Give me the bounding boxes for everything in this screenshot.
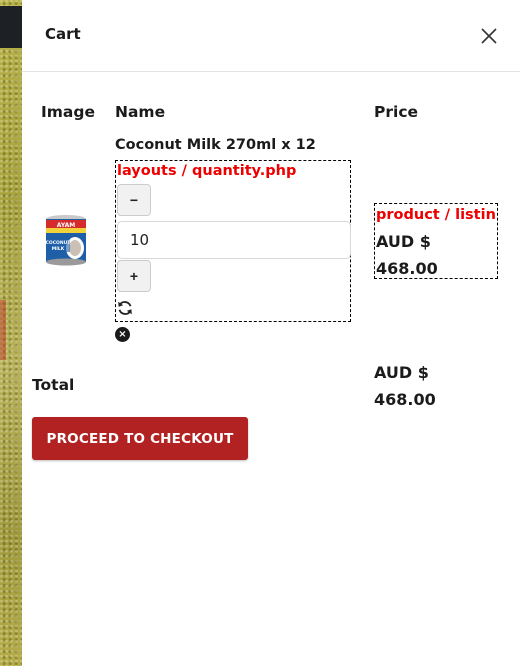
backdrop-shape bbox=[0, 300, 6, 360]
increase-quantity-button[interactable]: + bbox=[117, 260, 151, 292]
product-image-line1: COCONUT bbox=[46, 240, 72, 246]
page-backdrop bbox=[0, 0, 22, 666]
cart-drawer: Cart Image Name Price AYAM COCONUT MILK … bbox=[22, 0, 520, 666]
backdrop-header-strip bbox=[0, 6, 22, 48]
product-image-brand: AYAM bbox=[57, 222, 75, 229]
item-price: AUD $ 468.00 bbox=[376, 232, 438, 278]
column-header-name: Name bbox=[115, 103, 166, 121]
cart-header: Cart bbox=[22, 0, 520, 72]
product-image[interactable]: AYAM COCONUT MILK bbox=[44, 214, 88, 266]
product-image-line2: MILK bbox=[52, 246, 65, 252]
column-header-price: Price bbox=[374, 103, 419, 121]
quantity-input[interactable] bbox=[117, 221, 351, 259]
proceed-to-checkout-button[interactable]: PROCEED TO CHECKOUT bbox=[32, 417, 248, 460]
total-label: Total bbox=[32, 376, 75, 394]
product-name[interactable]: Coconut Milk 270ml x 12 bbox=[115, 137, 316, 153]
decrease-quantity-button[interactable]: − bbox=[117, 184, 151, 216]
column-header-image: Image bbox=[41, 103, 95, 121]
quantity-template-box: layouts / quantity.php − + bbox=[115, 160, 351, 322]
refresh-icon[interactable] bbox=[116, 299, 134, 317]
remove-item-icon[interactable]: × bbox=[115, 327, 130, 342]
price-template-box: product / listin AUD $ 468.00 bbox=[374, 203, 498, 279]
close-icon[interactable] bbox=[478, 25, 500, 47]
total-value: AUD $ 468.00 bbox=[374, 363, 436, 409]
cart-title: Cart bbox=[45, 25, 81, 43]
price-template-label: product / listin bbox=[376, 207, 496, 223]
quantity-template-label: layouts / quantity.php bbox=[117, 163, 297, 179]
